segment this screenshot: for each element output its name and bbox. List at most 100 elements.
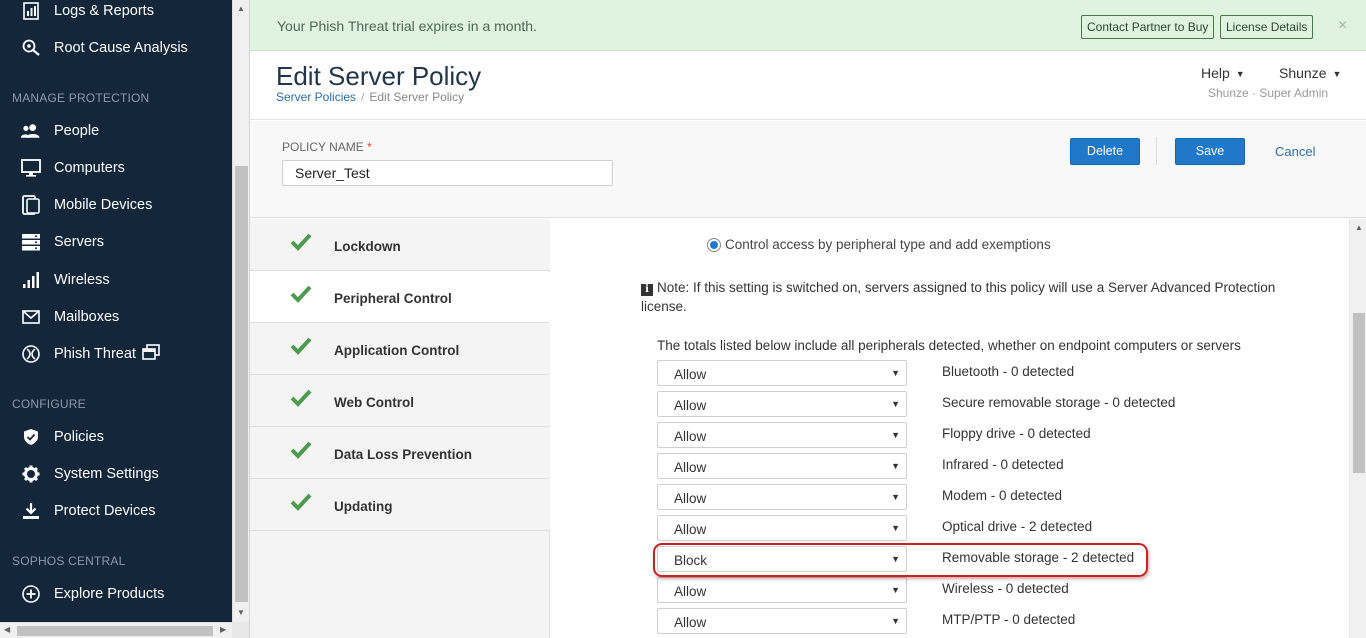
trial-banner: Your Phish Threat trial expires in a mon… [250,0,1366,51]
page-title: Edit Server Policy [276,61,482,91]
breadcrumb: Server Policies / Edit Server Policy [276,90,464,104]
check-icon [290,233,312,251]
info-icon: i [641,284,653,296]
user-menu[interactable]: Shunze ▼ [1279,65,1341,81]
tab-label: Web Control [334,395,414,410]
breadcrumb-link-server-policies[interactable]: Server Policies [276,90,356,104]
scroll-right-arrow-icon[interactable]: ▶ [220,625,226,634]
sidebar-item-mailboxes[interactable]: Mailboxes [0,299,232,335]
computer-icon [20,157,42,179]
sidebar-item-label: Servers [54,234,104,250]
check-icon [290,337,312,355]
chevron-down-icon: ▼ [1235,69,1245,80]
dropdown-arrow-icon: ▼ [891,430,900,440]
sidebar-item-computers[interactable]: Computers [0,150,232,186]
radio-selected-dot [710,240,718,249]
sidebar-item-servers[interactable]: Servers [0,224,232,260]
tab-label: Peripheral Control [334,291,452,306]
sidebar-item-label: Phish Threat [54,346,136,362]
scrollbar-thumb[interactable] [235,166,248,602]
select-value: Allow [674,460,707,475]
delete-button[interactable]: Delete [1070,138,1140,165]
tab-peripheral-control[interactable]: Peripheral Control [250,271,550,323]
peripheral-row: Allow ▼ Bluetooth - 0 detected [657,360,1349,386]
sidebar-section-title: SOPHOS CENTRAL [12,554,126,568]
sidebar-horizontal-scrollbar[interactable]: ◀ ▶ [0,622,232,638]
save-button[interactable]: Save [1175,138,1245,165]
breadcrumb-separator: / [361,90,365,104]
cancel-link[interactable]: Cancel [1275,144,1315,159]
required-mark: * [367,140,372,154]
sidebar-item-explore-products[interactable]: Explore Products [0,576,232,612]
scrollbar-thumb[interactable] [1353,313,1365,473]
close-icon[interactable]: × [1338,17,1347,35]
tab-data-loss-prevention[interactable]: Data Loss Prevention [250,427,550,479]
license-details-button[interactable]: License Details [1220,15,1314,39]
scroll-left-arrow-icon[interactable]: ◀ [4,625,10,634]
content-vertical-scrollbar[interactable]: ▲ [1349,219,1366,638]
peripheral-setting-select[interactable]: Allow ▼ [657,391,907,417]
sidebar-item-people[interactable]: People [0,113,232,149]
sidebar-item-mobile-devices[interactable]: Mobile Devices [0,187,232,223]
tab-web-control[interactable]: Web Control [250,375,550,427]
divider [1156,137,1157,165]
dropdown-arrow-icon: ▼ [891,492,900,502]
peripheral-setting-select[interactable]: Allow ▼ [657,577,907,603]
sidebar-vertical-scrollbar[interactable]: ▲ ▼ [232,0,249,622]
sidebar-item-system-settings[interactable]: System Settings [0,456,232,492]
note-text: Note: If this setting is switched on, se… [641,280,1276,314]
sidebar-item-root-cause-analysis[interactable]: Root Cause Analysis [0,30,232,66]
tab-updating[interactable]: Updating [250,479,550,531]
sidebar-item-wireless[interactable]: Wireless [0,262,232,298]
dropdown-arrow-icon: ▼ [891,461,900,471]
phish-icon [20,343,42,365]
sidebar: Logs & Reports Root Cause Analysis MANAG… [0,0,232,622]
select-value: Allow [674,367,707,382]
sidebar-item-logs-reports[interactable]: Logs & Reports [0,0,232,29]
peripheral-name: Optical drive - 2 detected [942,519,1093,534]
sidebar-item-policies[interactable]: Policies [0,419,232,455]
wireless-icon [20,269,42,291]
peripheral-setting-select[interactable]: Allow ▼ [657,360,907,386]
peripheral-setting-select[interactable]: Allow ▼ [657,453,907,479]
peripheral-row: Allow ▼ Wireless - 0 detected [657,577,1349,603]
help-menu[interactable]: Help ▼ [1201,65,1245,81]
dropdown-arrow-icon: ▼ [891,585,900,595]
peripheral-row: Allow ▼ Floppy drive - 0 detected [657,422,1349,448]
peripheral-setting-select[interactable]: Allow ▼ [657,422,907,448]
help-label: Help [1201,65,1230,81]
tab-label: Updating [334,499,393,514]
peripheral-setting-select[interactable]: Allow ▼ [657,608,907,634]
mail-icon [20,306,42,328]
sidebar-item-label: Explore Products [54,586,165,602]
peripheral-setting-select[interactable]: Allow ▼ [657,484,907,510]
plus-circle-icon [20,583,42,605]
sidebar-item-label: Computers [54,160,125,176]
tab-lockdown[interactable]: Lockdown [250,219,550,271]
scroll-up-arrow-icon[interactable]: ▲ [237,4,245,13]
main-panel: Your Phish Threat trial expires in a mon… [249,0,1366,638]
policy-name-input[interactable] [282,160,613,186]
scroll-down-arrow-icon[interactable]: ▼ [237,608,245,617]
sidebar-item-protect-devices[interactable]: Protect Devices [0,493,232,529]
peripheral-setting-select[interactable]: Allow ▼ [657,515,907,541]
select-value: Allow [674,491,707,506]
control-access-radio-option[interactable]: Control access by peripheral type and ad… [707,237,1051,252]
highlight-annotation [653,543,1148,577]
peripheral-row: Allow ▼ MTP/PTP - 0 detected [657,608,1349,634]
sidebar-item-label: Logs & Reports [54,3,154,19]
sidebar-item-phish-threat[interactable]: Phish Threat [0,336,232,372]
external-window-icon[interactable] [142,344,160,364]
totals-text: The totals listed below include all peri… [657,338,1241,353]
server-icon [20,231,42,253]
peripheral-row: Allow ▼ Optical drive - 2 detected [657,515,1349,541]
contact-partner-button[interactable]: Contact Partner to Buy [1081,15,1215,39]
peripheral-name: Secure removable storage - 0 detected [942,395,1176,410]
radio-button[interactable] [707,237,721,252]
peripheral-name: Bluetooth - 0 detected [942,364,1075,379]
tab-application-control[interactable]: Application Control [250,323,550,375]
scroll-up-arrow-icon[interactable]: ▲ [1355,223,1363,232]
scrollbar-thumb[interactable] [17,626,213,636]
tab-label: Lockdown [334,239,401,254]
scrollbar-corner [232,622,249,638]
